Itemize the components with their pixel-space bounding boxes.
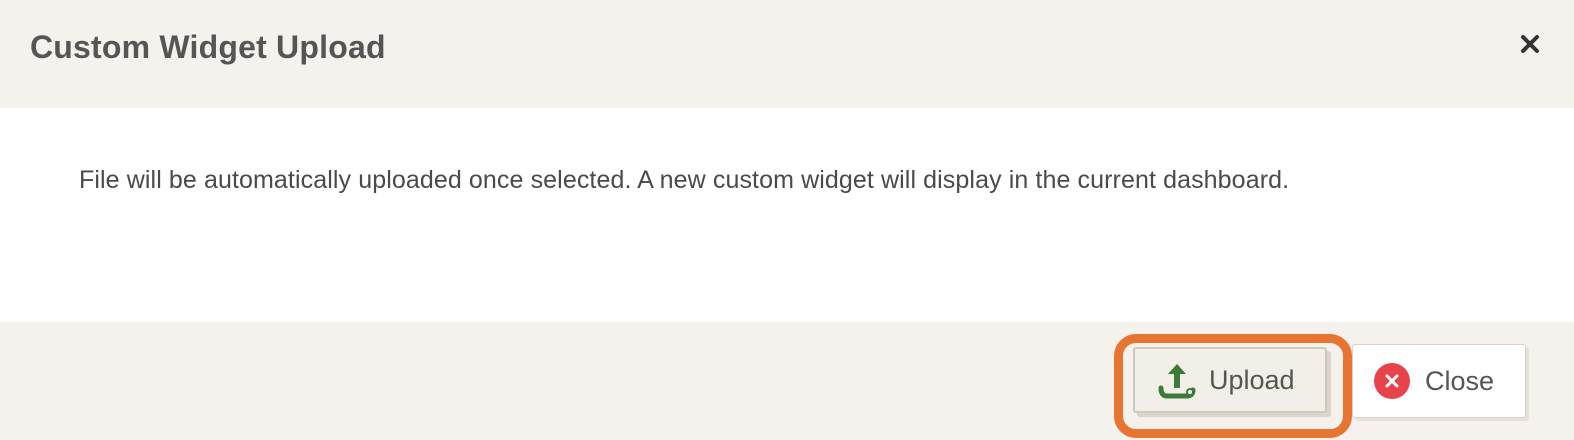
dialog-title: Custom Widget Upload [30, 29, 386, 65]
custom-widget-upload-dialog: Custom Widget Upload File will be automa… [0, 0, 1574, 440]
dialog-body: File will be automatically uploaded once… [0, 108, 1574, 322]
close-button-label: Close [1425, 365, 1495, 396]
close-circle-icon [1373, 362, 1411, 400]
upload-highlight-frame [1114, 334, 1352, 438]
close-icon[interactable] [1516, 30, 1544, 58]
close-button[interactable]: Close [1352, 344, 1526, 418]
dialog-header: Custom Widget Upload [0, 0, 1574, 108]
dialog-message: File will be automatically uploaded once… [79, 166, 1290, 194]
